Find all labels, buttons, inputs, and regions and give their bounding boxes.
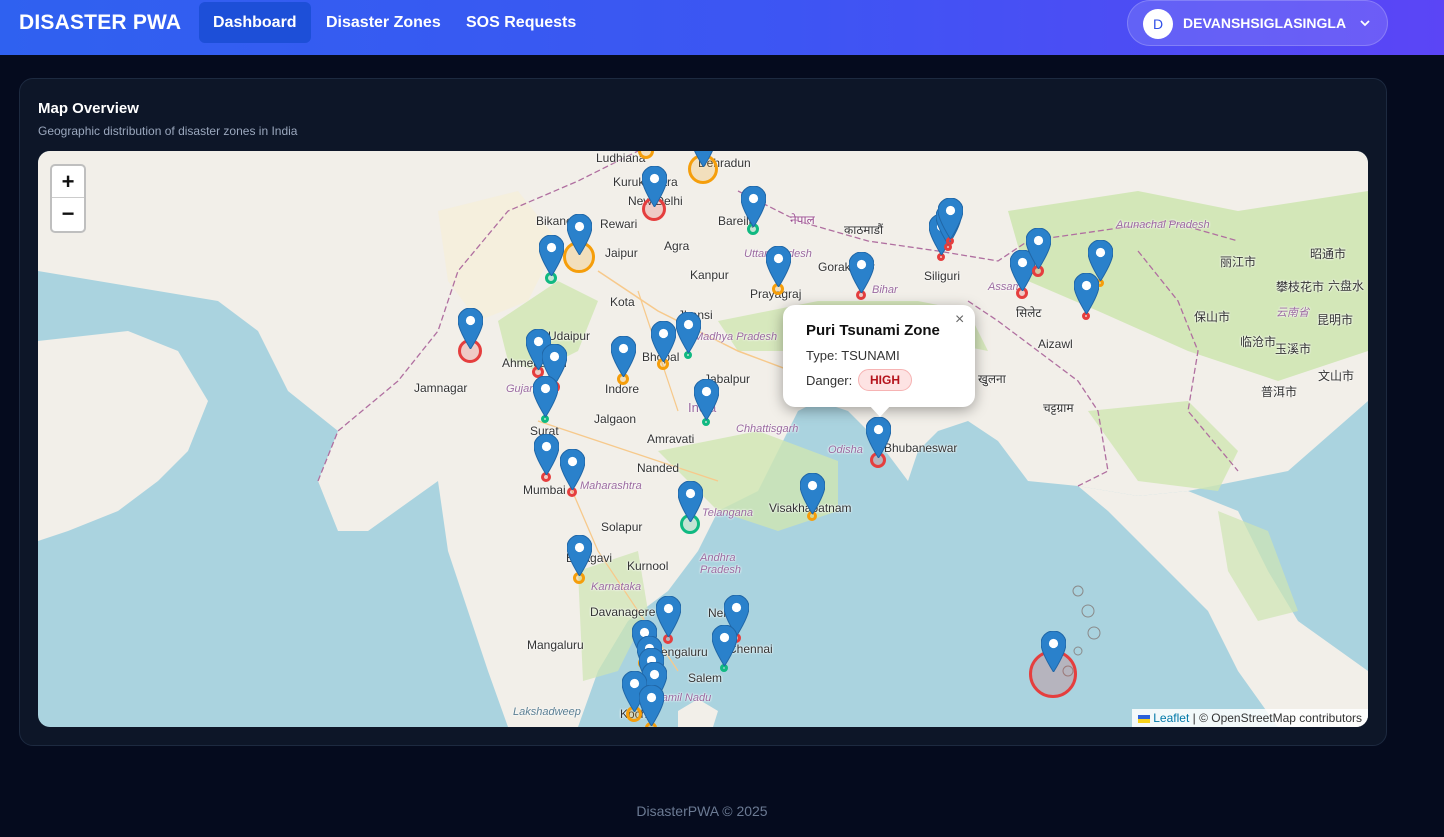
map-label: Jalgaon bbox=[594, 412, 637, 426]
map-label: Odisha bbox=[828, 444, 863, 456]
map-label: Karnataka bbox=[591, 581, 642, 593]
map-label: Udaipur bbox=[548, 329, 591, 343]
user-name: DEVANSHSIGLASINGLA bbox=[1183, 15, 1347, 31]
map-marker-icon[interactable] bbox=[566, 213, 593, 256]
popup-type: Type: TSUNAMI bbox=[806, 348, 900, 363]
card-subtitle: Geographic distribution of disaster zone… bbox=[38, 124, 298, 138]
map-label: Arunachal Pradesh bbox=[1116, 219, 1210, 231]
map-attribution: Leaflet | © OpenStreetMap contributors bbox=[1132, 709, 1368, 727]
map-marker-icon[interactable] bbox=[865, 416, 892, 459]
map-label: Jamnagar bbox=[414, 381, 468, 395]
map-marker-icon[interactable] bbox=[937, 197, 964, 240]
map-label: Kota bbox=[610, 295, 635, 309]
popup-tip bbox=[869, 405, 891, 417]
map-marker-icon[interactable] bbox=[638, 684, 665, 727]
map-label: Nanded bbox=[637, 461, 680, 475]
close-icon[interactable]: × bbox=[955, 311, 964, 329]
leaflet-link[interactable]: Leaflet bbox=[1153, 711, 1189, 725]
chevron-down-icon bbox=[1360, 20, 1370, 27]
nav-disaster-zones[interactable]: Disaster Zones bbox=[312, 2, 455, 43]
zoom-control: + − bbox=[50, 164, 86, 233]
map-label: Maharashtra bbox=[580, 480, 642, 492]
map-marker-icon[interactable] bbox=[848, 251, 875, 294]
osm-attribution[interactable]: | © OpenStreetMap contributors bbox=[1193, 711, 1362, 725]
map-label: खुलना bbox=[978, 372, 1006, 386]
map-label: Rewari bbox=[600, 217, 638, 231]
map-label: 玉溪市 bbox=[1275, 342, 1312, 356]
map-label: 昭通市 bbox=[1310, 247, 1347, 261]
map-marker-icon[interactable] bbox=[457, 307, 484, 350]
map-label: 云南省 bbox=[1276, 307, 1309, 319]
map-marker-icon[interactable] bbox=[532, 375, 559, 418]
map-label: Bihar bbox=[872, 284, 898, 296]
map-label: 昆明市 bbox=[1317, 313, 1354, 327]
zoom-in-button[interactable]: + bbox=[52, 166, 84, 198]
zone-popup: Puri Tsunami Zone Type: TSUNAMI Danger: … bbox=[783, 305, 975, 407]
map-marker-icon[interactable] bbox=[1040, 630, 1067, 673]
map-marker-icon[interactable] bbox=[655, 595, 682, 638]
map-label: 丽江市 bbox=[1220, 255, 1257, 269]
map-marker-icon[interactable] bbox=[538, 234, 565, 277]
map-label: Kurnool bbox=[627, 559, 669, 573]
map-label: सिलेट bbox=[1016, 306, 1042, 320]
avatar: D bbox=[1143, 9, 1173, 39]
map-label: Amravati bbox=[647, 432, 695, 446]
nav-dashboard[interactable]: Dashboard bbox=[199, 2, 311, 43]
danger-badge: HIGH bbox=[858, 369, 912, 391]
disaster-map[interactable]: Ludhiana Dehradun Kurukshetra New Delhi … bbox=[38, 151, 1368, 727]
map-label: Agra bbox=[664, 239, 690, 253]
map-label: Davanagere bbox=[590, 605, 656, 619]
popup-danger-label: Danger: bbox=[806, 373, 853, 388]
map-label: Bhubaneswar bbox=[884, 441, 958, 455]
map-marker-icon[interactable] bbox=[610, 335, 637, 378]
map-label: Chhattisgarh bbox=[736, 423, 799, 435]
popup-title: Puri Tsunami Zone bbox=[806, 322, 940, 339]
map-marker-icon[interactable] bbox=[675, 311, 702, 354]
map-label: नेपाल bbox=[790, 213, 815, 227]
map-label: Telangana bbox=[702, 507, 753, 519]
map-label: Siliguri bbox=[924, 269, 961, 283]
map-marker-icon[interactable] bbox=[693, 378, 720, 421]
map-label: चट्टग्राम bbox=[1043, 401, 1074, 415]
map-label: Mangaluru bbox=[527, 638, 584, 652]
map-label: 普洱市 bbox=[1261, 385, 1298, 399]
map-marker-icon[interactable] bbox=[1025, 227, 1052, 270]
map-label: Lakshadweep bbox=[513, 706, 581, 718]
user-menu-button[interactable]: D DEVANSHSIGLASINGLA bbox=[1127, 0, 1388, 46]
map-marker-icon[interactable] bbox=[566, 534, 593, 577]
map-base-layer bbox=[38, 151, 1368, 727]
map-marker-icon[interactable] bbox=[740, 185, 767, 228]
ukraine-flag-icon bbox=[1138, 714, 1151, 723]
map-marker-icon[interactable] bbox=[641, 165, 668, 208]
map-label: Madhya Pradesh bbox=[694, 331, 778, 343]
map-label: 攀枝花市 bbox=[1276, 280, 1325, 294]
map-marker-icon[interactable] bbox=[559, 448, 586, 491]
map-marker-icon[interactable] bbox=[799, 472, 826, 515]
map-label: Aizawl bbox=[1038, 337, 1073, 351]
map-label: 六盘水 bbox=[1328, 279, 1365, 293]
map-marker-icon[interactable] bbox=[650, 320, 677, 363]
map-marker-icon[interactable] bbox=[711, 624, 738, 667]
card-title: Map Overview bbox=[38, 100, 139, 117]
top-navbar: DISASTER PWA Dashboard Disaster Zones SO… bbox=[0, 0, 1444, 55]
zoom-out-button[interactable]: − bbox=[52, 198, 84, 230]
map-label: Salem bbox=[688, 671, 723, 685]
map-label: 临沧市 bbox=[1240, 335, 1277, 349]
map-label: 保山市 bbox=[1194, 310, 1231, 324]
map-label: Solapur bbox=[601, 520, 643, 534]
footer-text: DisasterPWA © 2025 bbox=[636, 803, 768, 819]
map-marker-icon[interactable] bbox=[765, 245, 792, 288]
map-marker-icon[interactable] bbox=[1073, 272, 1100, 315]
map-label: काठमाडौं bbox=[844, 223, 884, 237]
map-marker-icon[interactable] bbox=[677, 480, 704, 523]
brand-logo[interactable]: DISASTER PWA bbox=[19, 11, 181, 35]
map-marker-icon[interactable] bbox=[691, 151, 716, 168]
map-label: Kanpur bbox=[690, 268, 729, 282]
map-marker-icon[interactable] bbox=[533, 433, 560, 476]
nav-sos-requests[interactable]: SOS Requests bbox=[452, 2, 590, 43]
land-arabia bbox=[38, 331, 208, 541]
map-label: Andhra Pradesh bbox=[700, 552, 741, 576]
map-label: Jaipur bbox=[605, 246, 638, 260]
map-label: 文山市 bbox=[1318, 369, 1355, 383]
